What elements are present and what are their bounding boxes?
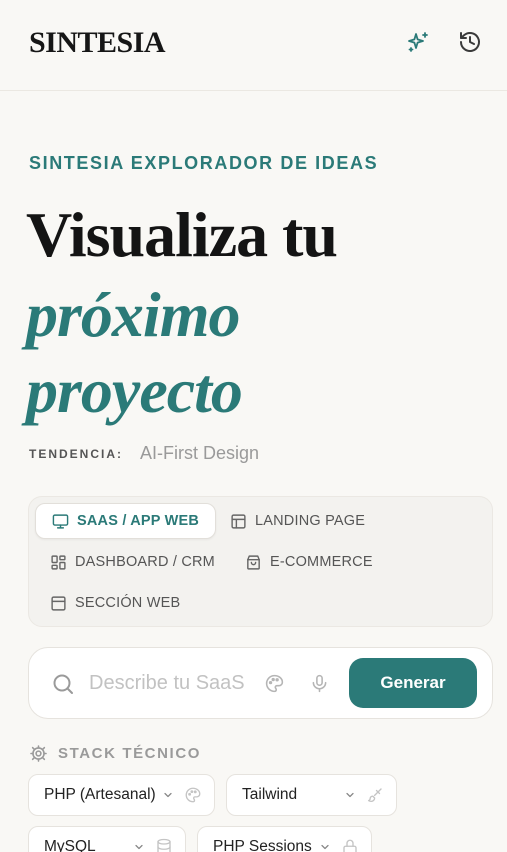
type-dashboard-crm[interactable]: DASHBOARD / CRM bbox=[34, 544, 231, 580]
type-landing-page[interactable]: LANDING PAGE bbox=[214, 503, 381, 539]
database-icon bbox=[157, 838, 171, 852]
monitor-icon bbox=[52, 513, 69, 529]
palette-icon[interactable] bbox=[264, 673, 285, 694]
chevron-down-icon bbox=[164, 792, 172, 798]
type-label: DASHBOARD / CRM bbox=[75, 554, 215, 570]
type-label: SAAS / APP WEB bbox=[77, 513, 200, 529]
chip-label: MySQL bbox=[44, 838, 96, 852]
lock-icon bbox=[343, 839, 357, 852]
microphone-icon[interactable] bbox=[309, 673, 330, 694]
type-label: SECCIÓN WEB bbox=[75, 595, 181, 611]
section-icon bbox=[51, 595, 66, 611]
stack-label-text: STACK TÉCNICO bbox=[58, 745, 202, 762]
generate-button[interactable]: Generar bbox=[349, 658, 477, 708]
gear-icon bbox=[30, 745, 47, 762]
chip-label: PHP Sessions bbox=[213, 838, 312, 852]
palette-icon bbox=[185, 787, 201, 803]
app-logo[interactable]: SINTESIA bbox=[29, 26, 166, 60]
search-icon bbox=[53, 674, 73, 694]
dashboard-icon bbox=[51, 554, 66, 570]
stack-chip-database[interactable]: MySQL bbox=[28, 826, 186, 852]
chip-label: PHP (Artesanal) bbox=[44, 786, 156, 803]
hero-title-line2: próximo bbox=[26, 279, 240, 350]
hero-title-line1: Visualiza tu bbox=[26, 199, 338, 270]
chevron-down-icon bbox=[346, 792, 354, 798]
sparkles-icon[interactable] bbox=[405, 29, 431, 55]
trend-label: TENDENCIA: bbox=[29, 447, 123, 461]
prompt-bar: Generar bbox=[28, 647, 493, 719]
type-e-commerce[interactable]: E-COMMERCE bbox=[229, 544, 389, 580]
hero-eyebrow: SINTESIA EXPLORADOR DE IDEAS bbox=[29, 153, 379, 173]
shopping-bag-icon bbox=[247, 554, 260, 570]
project-type-selector: SAAS / APP WEB LANDING PAGE DASHBOARD / … bbox=[28, 496, 493, 627]
chip-label: Tailwind bbox=[242, 786, 298, 803]
stack-chip-styling[interactable]: Tailwind bbox=[226, 774, 397, 816]
layout-icon bbox=[231, 513, 246, 529]
type-label: LANDING PAGE bbox=[255, 513, 366, 529]
type-web-section[interactable]: SECCIÓN WEB bbox=[34, 585, 196, 621]
hero-title-line3: proyecto bbox=[26, 355, 243, 426]
trend-value: AI-First Design bbox=[140, 443, 260, 463]
history-icon[interactable] bbox=[457, 29, 483, 55]
stack-chip-language[interactable]: PHP (Artesanal) bbox=[28, 774, 215, 816]
prompt-input[interactable] bbox=[89, 668, 261, 698]
brush-icon bbox=[367, 788, 382, 803]
stack-chip-auth[interactable]: PHP Sessions bbox=[197, 826, 372, 852]
type-saas-web-app[interactable]: SAAS / APP WEB bbox=[35, 503, 217, 539]
app-header: SINTESIA bbox=[0, 0, 507, 91]
chevron-down-icon bbox=[321, 844, 329, 850]
stack-section-label: STACK TÉCNICO bbox=[29, 744, 201, 763]
chevron-down-icon bbox=[135, 844, 143, 850]
type-label: E-COMMERCE bbox=[270, 554, 373, 570]
